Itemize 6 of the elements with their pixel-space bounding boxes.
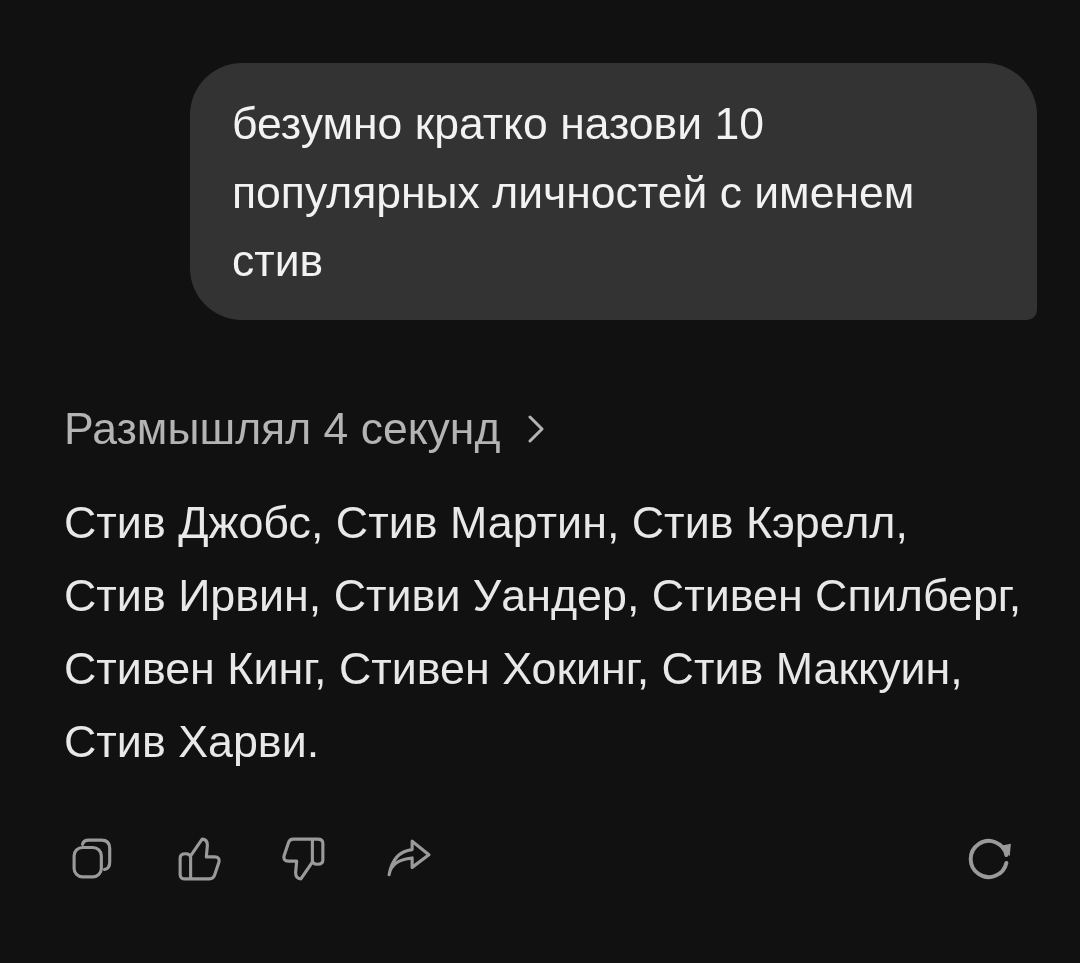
thumbs-up-icon[interactable] — [177, 836, 221, 881]
reasoning-toggle[interactable]: Размышлял 4 секунд — [64, 403, 545, 454]
answer-text: Стив Джобс, Стив Мартин, Стив Кэрелл, Стив Ирвин, Стиви Уандер, Стивен Спилберг, Стивен Кинг, Стивен Хокинг, Стив Маккуин, Стив Харви. — [64, 495, 1022, 768]
thumbs-down-icon[interactable] — [282, 836, 326, 881]
user-message-bubble: безумно кратко назови 10 популярных личностей с именем стив — [190, 63, 1037, 320]
regenerate-icon[interactable] — [968, 836, 1012, 881]
